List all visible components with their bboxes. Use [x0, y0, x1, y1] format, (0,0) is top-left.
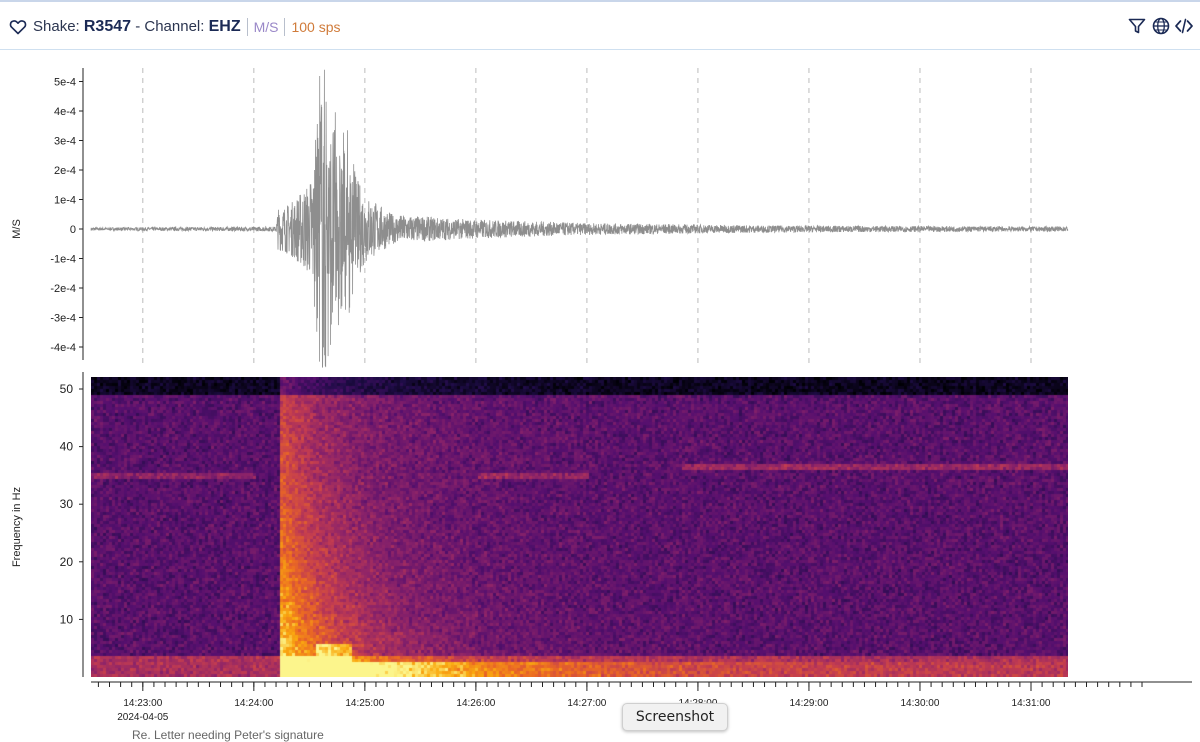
- waveform-spectrogram-chart[interactable]: 5e-4 4e-4 3e-4 2e-4 1e-4 0 -1e-4 -2e-4 -3e-4 -4e-…: [0, 50, 1200, 738]
- trace-header: Shake: R3547 - Channel: EHZ M/S 100 sps: [0, 2, 1200, 50]
- spectrogram-canvas: [91, 377, 1068, 677]
- time-tick-label: 14:27:00: [567, 698, 606, 709]
- station-code[interactable]: R3547: [84, 17, 131, 37]
- time-tick-label: 14:26:00: [456, 698, 495, 709]
- spectrogram-heatmap: [91, 377, 1068, 677]
- shake-label: Shake:: [33, 18, 80, 35]
- time-tick-label: 14:30:00: [901, 698, 940, 709]
- wave-y-axis-label: M/S: [11, 219, 23, 239]
- wave-y-tick-label: -4e-4: [50, 342, 76, 354]
- time-tick-label: 14:31:00: [1012, 698, 1051, 709]
- heart-icon[interactable]: [9, 18, 27, 36]
- sample-rate-label: 100 sps: [291, 19, 341, 35]
- spec-y-tick-label: 10: [60, 612, 74, 626]
- spec-y-tick-label: 20: [60, 555, 74, 569]
- background-window-text: Re. Letter needing Peter's signature: [132, 728, 324, 742]
- waveform-plot[interactable]: 5e-4 4e-4 3e-4 2e-4 1e-4 0 -1e-4 -2e-4 -3e-4 -4e-…: [11, 68, 1069, 368]
- time-tick-label: 14:24:00: [234, 698, 273, 709]
- time-tick-label: 14:25:00: [345, 698, 384, 709]
- station-info: Shake: R3547 - Channel: EHZ M/S 100 sps: [33, 17, 341, 37]
- wave-y-tick-label: 2e-4: [54, 165, 76, 177]
- filter-icon[interactable]: [1127, 16, 1147, 36]
- globe-icon[interactable]: [1151, 16, 1171, 36]
- divider: [246, 18, 248, 36]
- wave-y-tick-label: 3e-4: [54, 136, 76, 148]
- unit-label: M/S: [253, 19, 279, 35]
- spec-y-axis-label: Frequency in Hz: [11, 487, 23, 567]
- time-tick-label: 14:29:00: [789, 698, 828, 709]
- wave-y-tick-label: 1e-4: [54, 195, 76, 207]
- wave-y-tick-label: -1e-4: [50, 254, 76, 266]
- date-label: 2024-04-05: [117, 712, 169, 723]
- wave-y-tick-label: 0: [70, 224, 76, 236]
- channel-code: EHZ: [208, 18, 241, 35]
- channel-label: - Channel:: [135, 18, 205, 35]
- spec-y-tick-label: 50: [60, 382, 74, 396]
- code-icon[interactable]: [1174, 16, 1194, 36]
- wave-y-tick-label: -2e-4: [50, 283, 76, 295]
- spec-y-tick-label: 30: [60, 497, 74, 511]
- spec-y-tick-label: 40: [60, 440, 74, 454]
- wave-y-tick-label: -3e-4: [50, 313, 76, 325]
- time-tick-label: 14:23:00: [123, 698, 162, 709]
- screenshot-tooltip: Screenshot: [622, 703, 728, 731]
- wave-y-tick-label: 5e-4: [54, 77, 76, 89]
- wave-y-tick-label: 4e-4: [54, 106, 76, 118]
- divider: [284, 18, 286, 36]
- waveform-trace: [90, 69, 1069, 368]
- spectrogram-plot[interactable]: 50 40 30 20 10 Frequency in Hz: [11, 372, 1068, 677]
